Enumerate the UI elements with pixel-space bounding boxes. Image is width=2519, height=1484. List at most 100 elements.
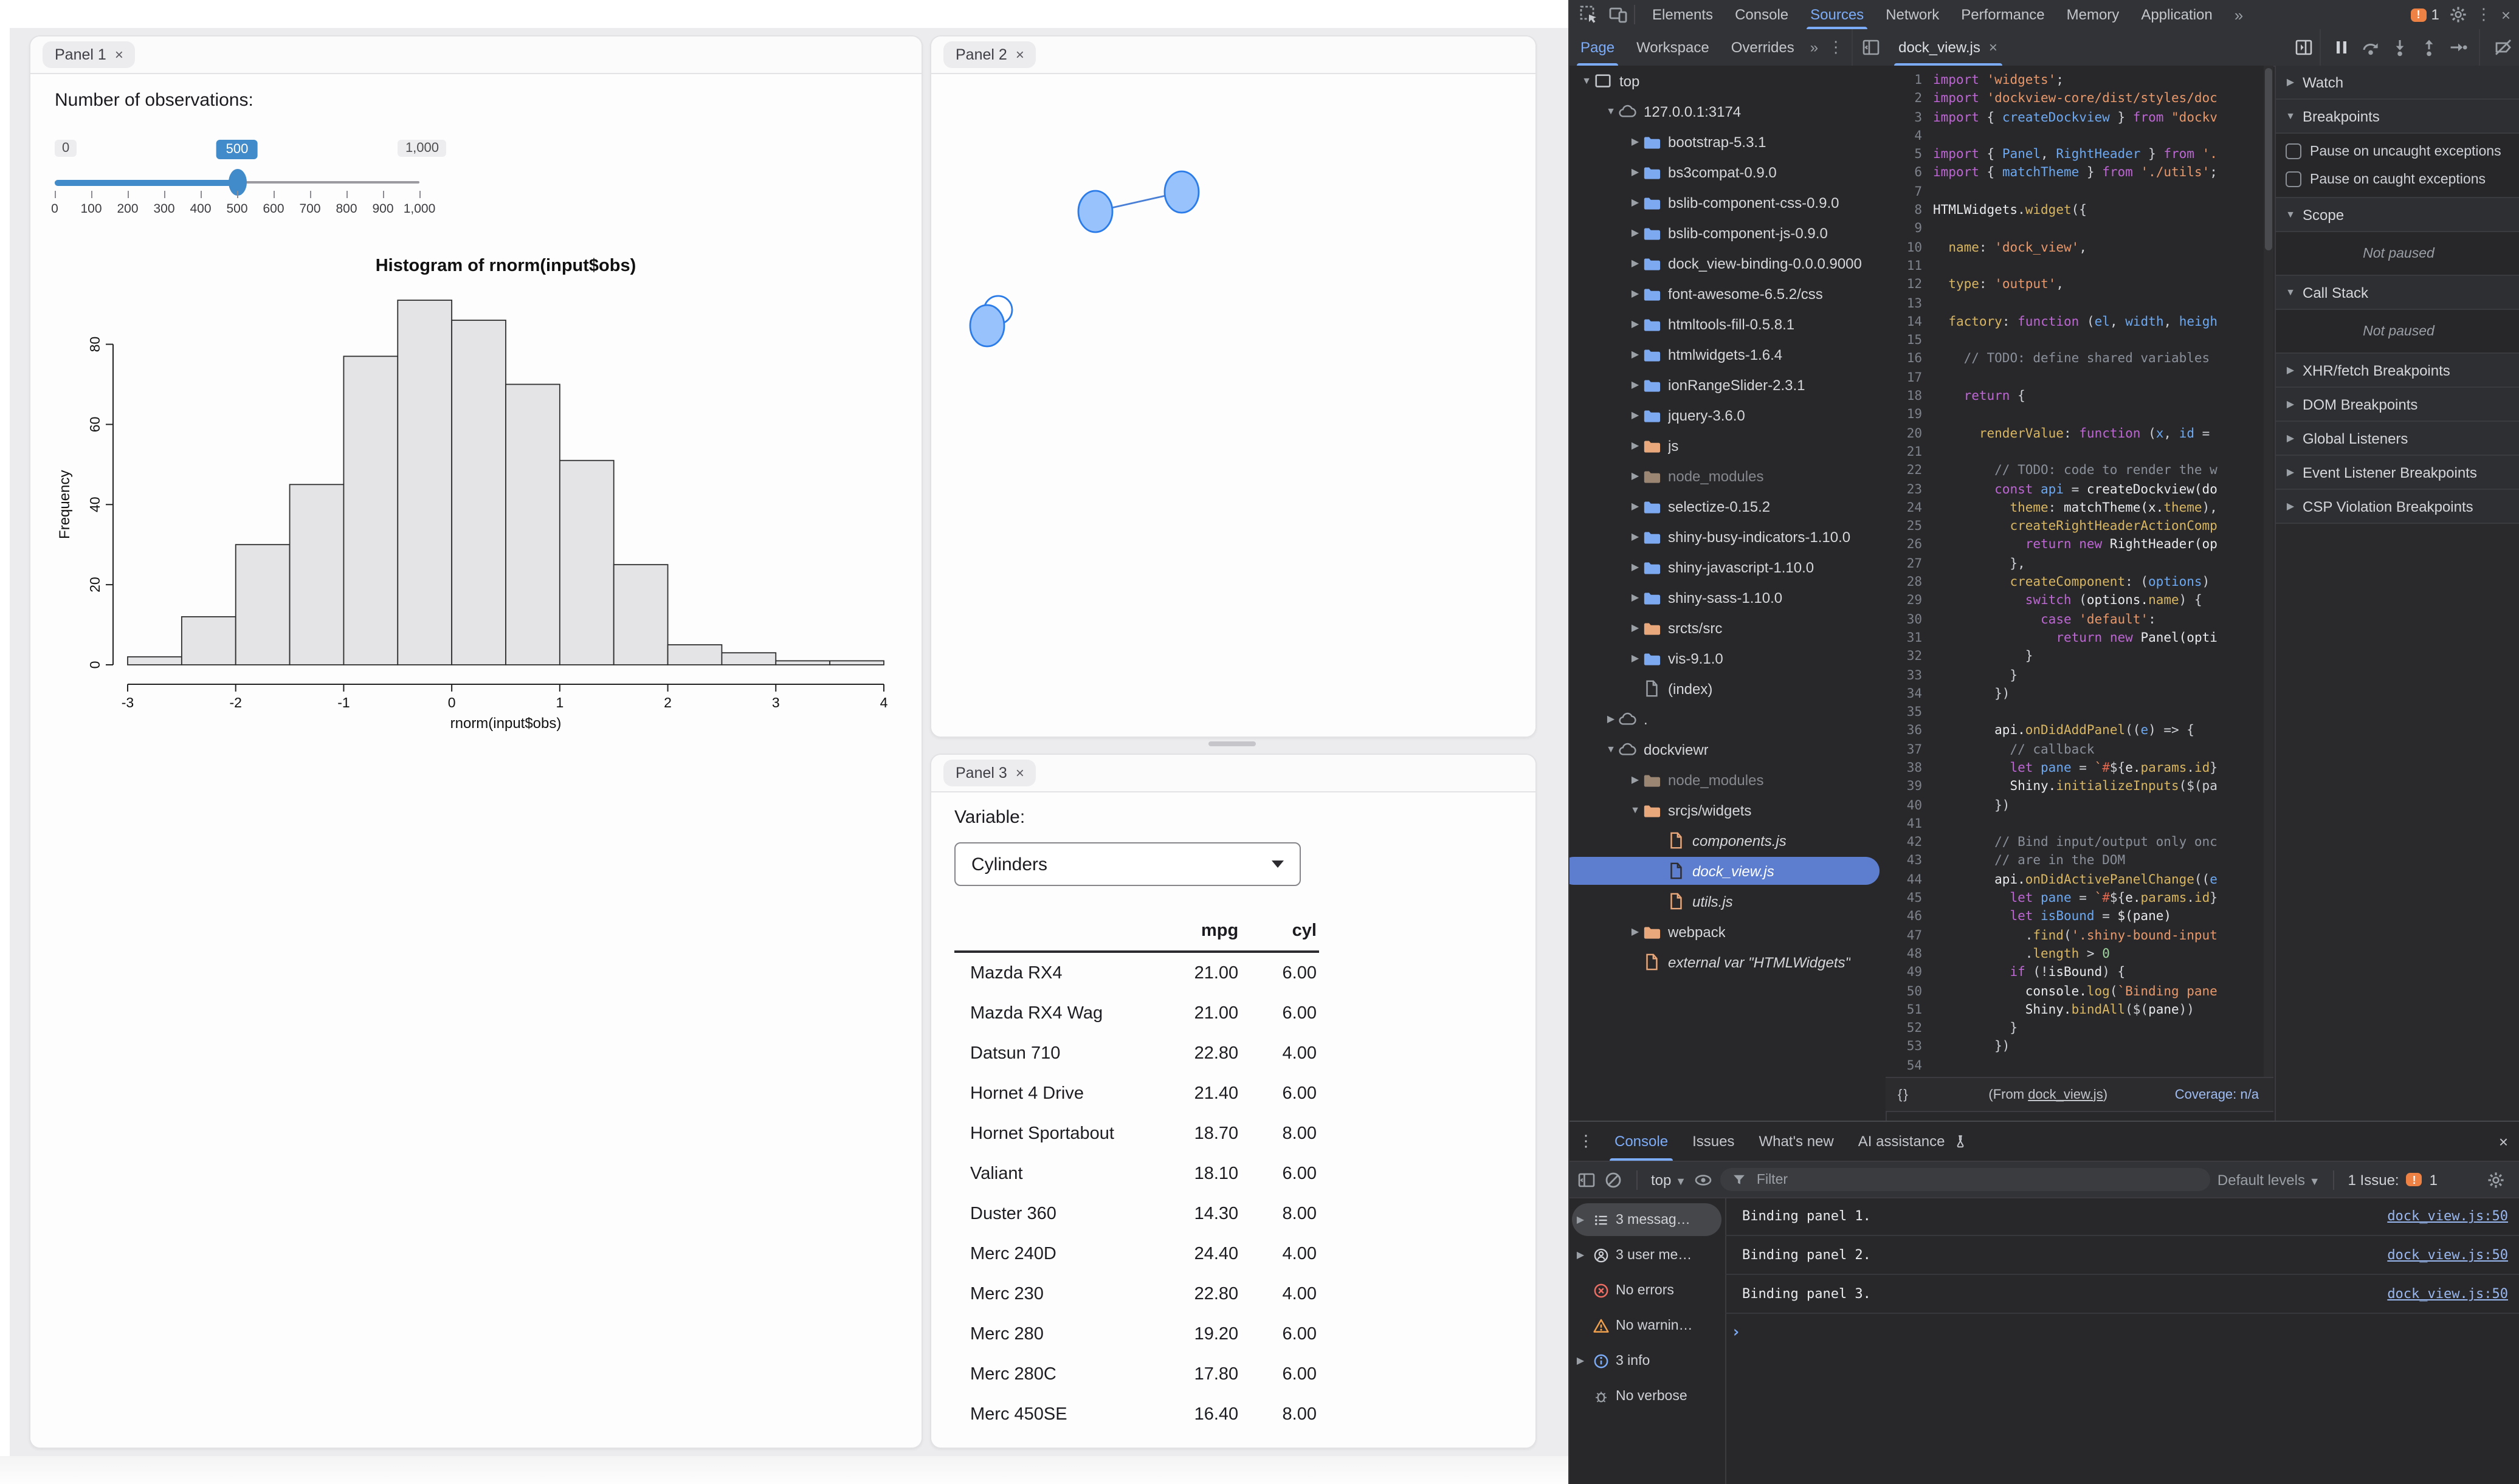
tree-caret-icon[interactable]: ▶ [1628,926,1642,937]
settings-gear-icon[interactable] [2449,5,2469,24]
checkbox-row[interactable]: Pause on caught exceptions [2276,165,2519,193]
code-line[interactable]: 52 } [1886,1020,2273,1039]
code-line[interactable]: 9 [1886,221,2273,239]
code-line[interactable]: 50 console.log(`Binding pane [1886,983,2273,1001]
tree-caret-icon[interactable]: ▶ [1628,379,1642,390]
panel-2-close-icon[interactable]: × [1016,46,1024,63]
tree-caret-icon[interactable]: ▶ [1628,410,1642,421]
code-line[interactable]: 38 let pane = `#${e.params.id} [1886,760,2273,778]
sidebar-section-scope[interactable]: ▼Scope [2276,198,2519,232]
code-line[interactable]: 15 [1886,332,2273,351]
checkbox-unchecked[interactable] [2286,171,2301,187]
more-tabs-button[interactable]: » [2224,0,2254,29]
tree-item[interactable]: ▼top [1570,66,1886,96]
tree-item[interactable]: ▶htmlwidgets-1.6.4 [1570,339,1886,369]
tree-item[interactable]: ▼dockviewr [1570,734,1886,764]
tree-caret-icon[interactable]: ▼ [1604,106,1618,117]
tree-caret-icon[interactable]: ▶ [1628,562,1642,572]
code-line[interactable]: 25 createRightHeaderActionComp [1886,518,2273,537]
tree-item[interactable]: ▶font-awesome-6.5.2/css [1570,278,1886,309]
source-map-link[interactable]: dock_view.js [2028,1087,2103,1102]
tab-network[interactable]: Network [1875,0,1950,29]
code-line[interactable]: 19 [1886,407,2273,425]
console-filter-info[interactable]: ▶3 info [1570,1343,1725,1378]
code-line[interactable]: 39 Shiny.initializeInputs($(pa [1886,778,2273,797]
code-line[interactable]: 28 createComponent: (options) [1886,574,2273,593]
tree-item[interactable]: ▶bootstrap-5.3.1 [1570,126,1886,157]
drawer-close-icon[interactable]: × [2487,1122,2519,1161]
network-node[interactable] [1165,171,1199,213]
code-line[interactable]: 14 factory: function (el, width, heigh [1886,314,2273,332]
tree-caret-icon[interactable]: ▶ [1628,136,1642,147]
nav-menu-icon[interactable]: ⋮ [1823,29,1849,66]
code-line[interactable]: 30 case 'default': [1886,611,2273,630]
sidebar-section-global-listeners[interactable]: ▶Global Listeners [2276,422,2519,456]
tree-caret-icon[interactable]: ▶ [1628,349,1642,360]
tree-caret-icon[interactable]: ▶ [1628,470,1642,481]
code-line[interactable]: 46 let isBound = $(pane) [1886,909,2273,927]
code-line[interactable]: 53 }) [1886,1039,2273,1057]
tree-item[interactable]: ▼srcjs/widgets [1570,795,1886,825]
code-line[interactable]: 35 [1886,704,2273,723]
tree-item[interactable]: components.js [1570,825,1886,856]
tree-item[interactable]: utils.js [1570,886,1886,916]
nav-tab-overrides[interactable]: Overrides [1720,29,1805,66]
console-filter-verbose[interactable]: No verbose [1570,1378,1725,1414]
panel-resize-handle[interactable] [1208,741,1256,746]
toggle-debugger-sidebar-icon[interactable] [2294,38,2314,57]
tree-caret-icon[interactable]: ▶ [1628,440,1642,451]
code-line[interactable]: 4 [1886,128,2273,146]
code-line[interactable]: 29 switch (options.name) { [1886,593,2273,611]
step-icon[interactable] [2448,38,2468,57]
observations-slider[interactable]: 01,00050001002003004005006007008009001,0… [55,130,419,227]
step-out-icon[interactable] [2419,38,2439,57]
panel-1-tab[interactable]: Panel 1 × [43,41,136,68]
tab-performance[interactable]: Performance [1950,0,2055,29]
drawer-menu-icon[interactable]: ⋮ [1570,1122,1602,1161]
code-line[interactable]: 49 if (!isBound) { [1886,964,2273,983]
console-filter-list[interactable]: ▶3 messag… [1570,1202,1725,1237]
issues-badge[interactable]: ! [2410,8,2426,21]
console-tab-issues[interactable]: Issues [1680,1122,1746,1161]
tree-caret-icon[interactable]: ▶ [1628,622,1642,633]
pause-script-icon[interactable] [2332,38,2351,57]
network-graph[interactable] [931,74,1533,735]
code-line[interactable]: 33 } [1886,667,2273,685]
tree-item[interactable]: ▶vis-9.1.0 [1570,643,1886,673]
code-line[interactable]: 51 Shiny.bindAll($(pane)) [1886,1001,2273,1020]
tree-caret-icon[interactable]: ▶ [1604,713,1618,724]
tree-item[interactable]: dock_view.js [1570,856,1886,886]
tree-item[interactable]: (index) [1570,673,1886,704]
code-line[interactable]: 1import 'widgets'; [1886,72,2273,91]
tree-item[interactable]: ▶node_modules [1570,764,1886,795]
code-line[interactable]: 11 [1886,258,2273,277]
tree-item[interactable]: ▶bslib-component-js-0.9.0 [1570,218,1886,248]
code-line[interactable]: 16 // TODO: define shared variables [1886,351,2273,369]
tab-sources[interactable]: Sources [1799,0,1875,29]
console-filter-error[interactable]: No errors [1570,1273,1725,1308]
console-filter[interactable] [1720,1168,2210,1191]
code-line[interactable]: 40 }) [1886,797,2273,816]
inspect-element-icon[interactable] [1579,5,1599,24]
step-into-icon[interactable] [2390,38,2410,57]
editor-scrollbar[interactable] [2264,66,2273,1077]
sidebar-section-event-listener-breakpoints[interactable]: ▶Event Listener Breakpoints [2276,456,2519,490]
nav-tab-workspace[interactable]: Workspace [1625,29,1720,66]
context-selector[interactable]: top ▼ [1651,1171,1686,1188]
tree-item[interactable]: ▶shiny-javascript-1.10.0 [1570,552,1886,582]
console-message-source-link[interactable]: dock_view.js:50 [2387,1247,2508,1263]
network-node[interactable] [970,305,1004,346]
more-nav-tabs-button[interactable]: » [1805,29,1823,66]
tree-caret-icon[interactable]: ▶ [1628,774,1642,785]
tree-caret-icon[interactable]: ▶ [1628,288,1642,299]
code-line[interactable]: 31 return new Panel(opti [1886,630,2273,648]
tab-console[interactable]: Console [1724,0,1799,29]
sidebar-section-dom-breakpoints[interactable]: ▶DOM Breakpoints [2276,388,2519,422]
file-tab-close-icon[interactable]: × [1989,39,1997,56]
console-prompt[interactable]: › [1725,1314,2519,1350]
tab-elements[interactable]: Elements [1641,0,1724,29]
sidebar-section-breakpoints[interactable]: ▼Breakpoints [2276,100,2519,134]
code-line[interactable]: 8HTMLWidgets.widget({ [1886,202,2273,221]
code-line[interactable]: 17 [1886,369,2273,388]
tree-item[interactable]: ▶shiny-sass-1.10.0 [1570,582,1886,613]
